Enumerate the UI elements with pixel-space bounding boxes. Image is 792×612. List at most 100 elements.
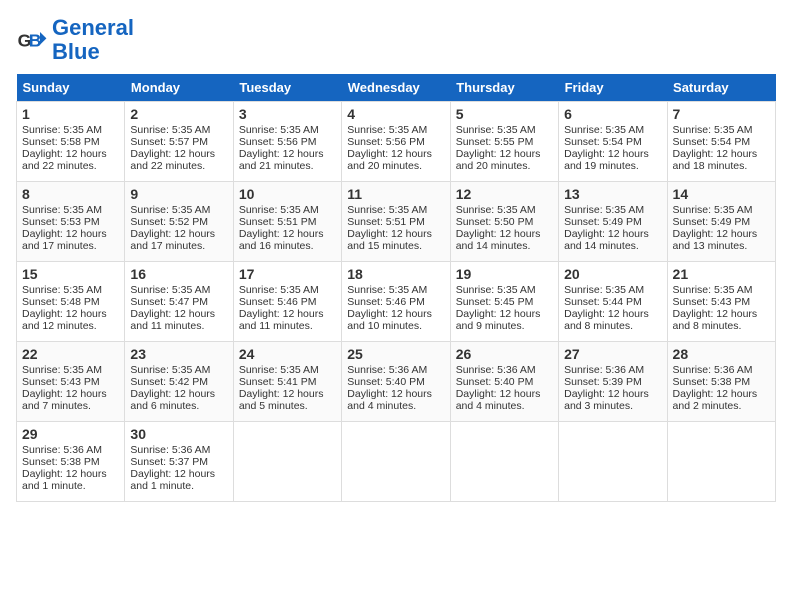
daylight-label: Daylight: 12 hours and 20 minutes. — [347, 148, 432, 172]
daylight-label: Daylight: 12 hours and 14 minutes. — [564, 228, 649, 252]
calendar-cell: 1Sunrise: 5:35 AMSunset: 5:58 PMDaylight… — [17, 102, 125, 182]
calendar-cell: 25Sunrise: 5:36 AMSunset: 5:40 PMDayligh… — [342, 342, 450, 422]
sunset-label: Sunset: 5:41 PM — [239, 376, 317, 388]
column-header-thursday: Thursday — [450, 74, 558, 102]
sunset-label: Sunset: 5:45 PM — [456, 296, 534, 308]
day-number: 7 — [673, 106, 770, 122]
logo-text: GeneralBlue — [52, 16, 134, 64]
daylight-label: Daylight: 12 hours and 5 minutes. — [239, 388, 324, 412]
day-number: 19 — [456, 266, 553, 282]
sunrise-label: Sunrise: 5:35 AM — [22, 204, 102, 216]
day-number: 11 — [347, 186, 444, 202]
day-number: 10 — [239, 186, 336, 202]
sunset-label: Sunset: 5:56 PM — [347, 136, 425, 148]
daylight-label: Daylight: 12 hours and 2 minutes. — [673, 388, 758, 412]
calendar-cell — [342, 422, 450, 502]
daylight-label: Daylight: 12 hours and 15 minutes. — [347, 228, 432, 252]
sunrise-label: Sunrise: 5:35 AM — [347, 124, 427, 136]
day-number: 17 — [239, 266, 336, 282]
calendar-cell — [233, 422, 341, 502]
sunrise-label: Sunrise: 5:36 AM — [130, 444, 210, 456]
sunset-label: Sunset: 5:51 PM — [347, 216, 425, 228]
daylight-label: Daylight: 12 hours and 22 minutes. — [130, 148, 215, 172]
sunset-label: Sunset: 5:47 PM — [130, 296, 208, 308]
sunrise-label: Sunrise: 5:35 AM — [130, 364, 210, 376]
sunrise-label: Sunrise: 5:35 AM — [130, 124, 210, 136]
svg-text:B: B — [29, 31, 42, 51]
day-number: 16 — [130, 266, 227, 282]
sunset-label: Sunset: 5:51 PM — [239, 216, 317, 228]
day-number: 2 — [130, 106, 227, 122]
daylight-label: Daylight: 12 hours and 3 minutes. — [564, 388, 649, 412]
calendar-cell: 5Sunrise: 5:35 AMSunset: 5:55 PMDaylight… — [450, 102, 558, 182]
sunset-label: Sunset: 5:40 PM — [456, 376, 534, 388]
daylight-label: Daylight: 12 hours and 9 minutes. — [456, 308, 541, 332]
calendar-header-row: SundayMondayTuesdayWednesdayThursdayFrid… — [17, 74, 776, 102]
day-number: 13 — [564, 186, 661, 202]
daylight-label: Daylight: 12 hours and 6 minutes. — [130, 388, 215, 412]
sunrise-label: Sunrise: 5:35 AM — [347, 204, 427, 216]
day-number: 4 — [347, 106, 444, 122]
logo-icon: G B — [16, 24, 48, 56]
day-number: 30 — [130, 426, 227, 442]
daylight-label: Daylight: 12 hours and 8 minutes. — [673, 308, 758, 332]
calendar-cell: 9Sunrise: 5:35 AMSunset: 5:52 PMDaylight… — [125, 182, 233, 262]
week-row-1: 1Sunrise: 5:35 AMSunset: 5:58 PMDaylight… — [17, 102, 776, 182]
calendar-cell: 18Sunrise: 5:35 AMSunset: 5:46 PMDayligh… — [342, 262, 450, 342]
sunrise-label: Sunrise: 5:35 AM — [22, 124, 102, 136]
daylight-label: Daylight: 12 hours and 21 minutes. — [239, 148, 324, 172]
column-header-tuesday: Tuesday — [233, 74, 341, 102]
sunrise-label: Sunrise: 5:35 AM — [130, 204, 210, 216]
column-header-wednesday: Wednesday — [342, 74, 450, 102]
day-number: 29 — [22, 426, 119, 442]
logo: G B GeneralBlue — [16, 16, 134, 64]
daylight-label: Daylight: 12 hours and 11 minutes. — [130, 308, 215, 332]
day-number: 24 — [239, 346, 336, 362]
calendar-cell — [450, 422, 558, 502]
calendar-cell: 29Sunrise: 5:36 AMSunset: 5:38 PMDayligh… — [17, 422, 125, 502]
day-number: 22 — [22, 346, 119, 362]
sunset-label: Sunset: 5:38 PM — [673, 376, 751, 388]
sunset-label: Sunset: 5:48 PM — [22, 296, 100, 308]
calendar-cell — [559, 422, 667, 502]
sunset-label: Sunset: 5:49 PM — [673, 216, 751, 228]
sunset-label: Sunset: 5:39 PM — [564, 376, 642, 388]
calendar-cell: 28Sunrise: 5:36 AMSunset: 5:38 PMDayligh… — [667, 342, 775, 422]
day-number: 23 — [130, 346, 227, 362]
daylight-label: Daylight: 12 hours and 14 minutes. — [456, 228, 541, 252]
day-number: 25 — [347, 346, 444, 362]
sunset-label: Sunset: 5:46 PM — [239, 296, 317, 308]
calendar-cell: 24Sunrise: 5:35 AMSunset: 5:41 PMDayligh… — [233, 342, 341, 422]
column-header-monday: Monday — [125, 74, 233, 102]
sunrise-label: Sunrise: 5:35 AM — [239, 204, 319, 216]
daylight-label: Daylight: 12 hours and 16 minutes. — [239, 228, 324, 252]
sunset-label: Sunset: 5:43 PM — [673, 296, 751, 308]
daylight-label: Daylight: 12 hours and 8 minutes. — [564, 308, 649, 332]
daylight-label: Daylight: 12 hours and 11 minutes. — [239, 308, 324, 332]
sunset-label: Sunset: 5:44 PM — [564, 296, 642, 308]
calendar-cell: 19Sunrise: 5:35 AMSunset: 5:45 PMDayligh… — [450, 262, 558, 342]
sunrise-label: Sunrise: 5:36 AM — [456, 364, 536, 376]
day-number: 26 — [456, 346, 553, 362]
sunset-label: Sunset: 5:54 PM — [673, 136, 751, 148]
daylight-label: Daylight: 12 hours and 1 minute. — [22, 468, 107, 492]
sunrise-label: Sunrise: 5:35 AM — [564, 284, 644, 296]
sunset-label: Sunset: 5:38 PM — [22, 456, 100, 468]
daylight-label: Daylight: 12 hours and 7 minutes. — [22, 388, 107, 412]
sunset-label: Sunset: 5:58 PM — [22, 136, 100, 148]
sunrise-label: Sunrise: 5:35 AM — [130, 284, 210, 296]
calendar-cell: 26Sunrise: 5:36 AMSunset: 5:40 PMDayligh… — [450, 342, 558, 422]
day-number: 27 — [564, 346, 661, 362]
daylight-label: Daylight: 12 hours and 22 minutes. — [22, 148, 107, 172]
sunset-label: Sunset: 5:42 PM — [130, 376, 208, 388]
calendar-cell: 21Sunrise: 5:35 AMSunset: 5:43 PMDayligh… — [667, 262, 775, 342]
calendar-cell: 2Sunrise: 5:35 AMSunset: 5:57 PMDaylight… — [125, 102, 233, 182]
sunrise-label: Sunrise: 5:36 AM — [347, 364, 427, 376]
column-header-sunday: Sunday — [17, 74, 125, 102]
calendar-cell: 10 Sunrise: 5:35 AMSunset: 5:51 PMDayligh… — [233, 182, 341, 262]
sunset-label: Sunset: 5:50 PM — [456, 216, 534, 228]
calendar-cell: 23 Sunrise: 5:35 AMSunset: 5:42 PMDayligh… — [125, 342, 233, 422]
day-number: 14 — [673, 186, 770, 202]
sunset-label: Sunset: 5:46 PM — [347, 296, 425, 308]
week-row-2: 8Sunrise: 5:35 AMSunset: 5:53 PMDaylight… — [17, 182, 776, 262]
